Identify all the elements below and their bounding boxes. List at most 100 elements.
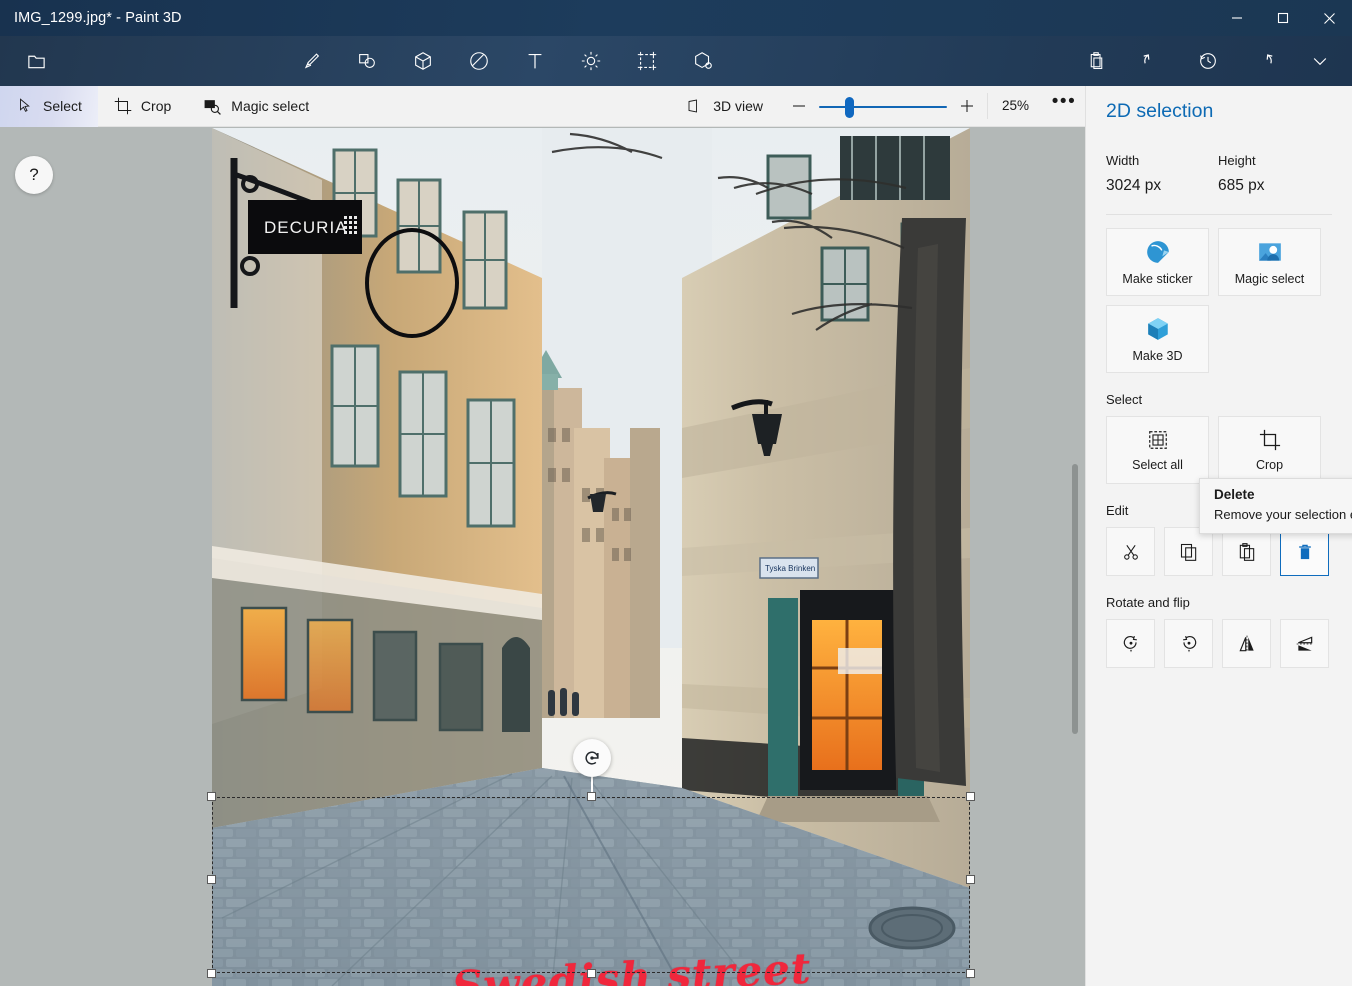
tooltip-body: Remove your selection ent bbox=[1214, 507, 1352, 522]
canvas-scrollbar-thumb[interactable] bbox=[1072, 464, 1078, 734]
scissors-icon bbox=[1121, 542, 1141, 562]
properties-panel: 2D selection Width 3024 px Height 685 px… bbox=[1085, 86, 1352, 986]
trash-icon bbox=[1295, 542, 1315, 562]
tool-3d-view[interactable]: 3D view bbox=[670, 86, 779, 127]
close-button[interactable] bbox=[1306, 0, 1352, 36]
3d-library-icon[interactable] bbox=[675, 36, 731, 86]
panel-divider bbox=[1106, 214, 1332, 215]
svg-text:DECURIA: DECURIA bbox=[264, 218, 348, 237]
select-actions: Select all Crop bbox=[1106, 416, 1332, 484]
toolbar-left-group bbox=[8, 36, 64, 86]
zoom-out-button[interactable] bbox=[779, 86, 819, 127]
height-label: Height bbox=[1218, 153, 1330, 168]
canvas-icon[interactable] bbox=[619, 36, 675, 86]
height-value[interactable]: 685 px bbox=[1218, 177, 1330, 195]
menu-icon[interactable] bbox=[8, 36, 64, 86]
cube-icon bbox=[1145, 316, 1171, 342]
cut-button[interactable] bbox=[1106, 527, 1155, 576]
dimensions-group: Width 3024 px Height 685 px bbox=[1106, 153, 1332, 195]
tool-3d-view-label: 3D view bbox=[713, 98, 763, 114]
flip-vertical-button[interactable] bbox=[1222, 619, 1271, 668]
tool-select[interactable]: Select bbox=[0, 86, 98, 127]
zoom-controls: 25% ••• bbox=[779, 86, 1085, 127]
zoom-level-value[interactable]: 25% bbox=[987, 93, 1043, 119]
redo-icon[interactable] bbox=[1236, 36, 1292, 86]
make-3d-label: Make 3D bbox=[1132, 349, 1182, 363]
tool-crop-label: Crop bbox=[141, 98, 171, 114]
make-3d-button[interactable]: Make 3D bbox=[1106, 305, 1209, 373]
rotate-section-label: Rotate and flip bbox=[1106, 595, 1332, 610]
select-all-button[interactable]: Select all bbox=[1106, 416, 1209, 484]
text-icon[interactable] bbox=[507, 36, 563, 86]
canvas-workspace[interactable]: ? bbox=[0, 127, 1085, 986]
height-field: Height 685 px bbox=[1218, 153, 1330, 195]
tool-crop[interactable]: Crop bbox=[98, 86, 187, 127]
crop-button[interactable]: Crop bbox=[1218, 416, 1321, 484]
brushes-icon[interactable] bbox=[283, 36, 339, 86]
flip-vertical-icon bbox=[1237, 634, 1257, 654]
magic-select-icon bbox=[1257, 239, 1283, 265]
toolbar-more-button[interactable]: ••• bbox=[1043, 86, 1085, 127]
tool-magic-select-label: Magic select bbox=[231, 98, 309, 114]
chevron-down-icon[interactable] bbox=[1292, 36, 1348, 86]
select-all-icon bbox=[1147, 429, 1169, 451]
rotate-right-button[interactable] bbox=[1164, 619, 1213, 668]
window-controls bbox=[1214, 0, 1352, 36]
make-sticker-button[interactable]: Make sticker bbox=[1106, 228, 1209, 296]
stickers-icon[interactable] bbox=[451, 36, 507, 86]
history-icon[interactable] bbox=[1180, 36, 1236, 86]
copy-icon bbox=[1179, 542, 1199, 562]
zoom-in-button[interactable] bbox=[947, 86, 987, 127]
toolbar-right-group bbox=[1068, 36, 1348, 86]
maximize-button[interactable] bbox=[1260, 0, 1306, 36]
zoom-slider[interactable] bbox=[819, 86, 947, 127]
main-toolbar bbox=[0, 36, 1352, 86]
shapes-2d-icon[interactable] bbox=[339, 36, 395, 86]
zoom-slider-track bbox=[819, 106, 947, 109]
canvas-scrollbar[interactable] bbox=[1068, 127, 1082, 986]
crop-label: Crop bbox=[1256, 458, 1283, 472]
delete-tooltip: Delete Remove your selection ent bbox=[1199, 478, 1352, 534]
paste-button[interactable] bbox=[1222, 527, 1271, 576]
flip-horizontal-button[interactable] bbox=[1280, 619, 1329, 668]
street-photo: DECURIA bbox=[212, 128, 970, 986]
selection-toolbar: Select Crop Magic select 3D view bbox=[0, 86, 1085, 127]
svg-text:Tyska Brinken: Tyska Brinken bbox=[765, 564, 815, 573]
zoom-slider-thumb[interactable] bbox=[845, 97, 854, 118]
select-all-label: Select all bbox=[1132, 458, 1183, 472]
paste-icon[interactable] bbox=[1068, 36, 1124, 86]
magic-select-button[interactable]: Magic select bbox=[1218, 228, 1321, 296]
crop-icon bbox=[1259, 429, 1281, 451]
effects-icon[interactable] bbox=[563, 36, 619, 86]
rotate-right-icon bbox=[1179, 634, 1199, 654]
window-title: IMG_1299.jpg* - Paint 3D bbox=[14, 10, 182, 26]
toolbar-center-group bbox=[283, 36, 731, 86]
flip-horizontal-icon bbox=[1295, 634, 1315, 654]
magic-select-label: Magic select bbox=[1235, 272, 1304, 286]
copy-button[interactable] bbox=[1164, 527, 1213, 576]
width-field: Width 3024 px bbox=[1106, 153, 1218, 195]
tool-select-label: Select bbox=[43, 98, 82, 114]
delete-button[interactable] bbox=[1280, 527, 1329, 576]
rotate-left-icon bbox=[1121, 634, 1141, 654]
sticker-icon bbox=[1145, 239, 1171, 265]
title-bar: IMG_1299.jpg* - Paint 3D bbox=[0, 0, 1352, 36]
rotate-flip-actions bbox=[1106, 619, 1332, 668]
canvas-image[interactable]: DECURIA bbox=[212, 128, 970, 986]
primary-actions: Make sticker Magic select Make 3D bbox=[1106, 228, 1332, 373]
select-section-label: Select bbox=[1106, 392, 1332, 407]
tool-magic-select[interactable]: Magic select bbox=[187, 86, 325, 127]
tooltip-title: Delete bbox=[1214, 487, 1352, 502]
edit-actions bbox=[1106, 527, 1332, 576]
panel-title: 2D selection bbox=[1106, 100, 1332, 123]
minimize-button[interactable] bbox=[1214, 0, 1260, 36]
paint3d-window: IMG_1299.jpg* - Paint 3D bbox=[0, 0, 1352, 986]
width-label: Width bbox=[1106, 153, 1218, 168]
rotate-left-button[interactable] bbox=[1106, 619, 1155, 668]
paste-icon bbox=[1237, 542, 1257, 562]
undo-icon[interactable] bbox=[1124, 36, 1180, 86]
shapes-3d-icon[interactable] bbox=[395, 36, 451, 86]
width-value[interactable]: 3024 px bbox=[1106, 177, 1218, 195]
help-button[interactable]: ? bbox=[15, 156, 53, 194]
make-sticker-label: Make sticker bbox=[1122, 272, 1192, 286]
